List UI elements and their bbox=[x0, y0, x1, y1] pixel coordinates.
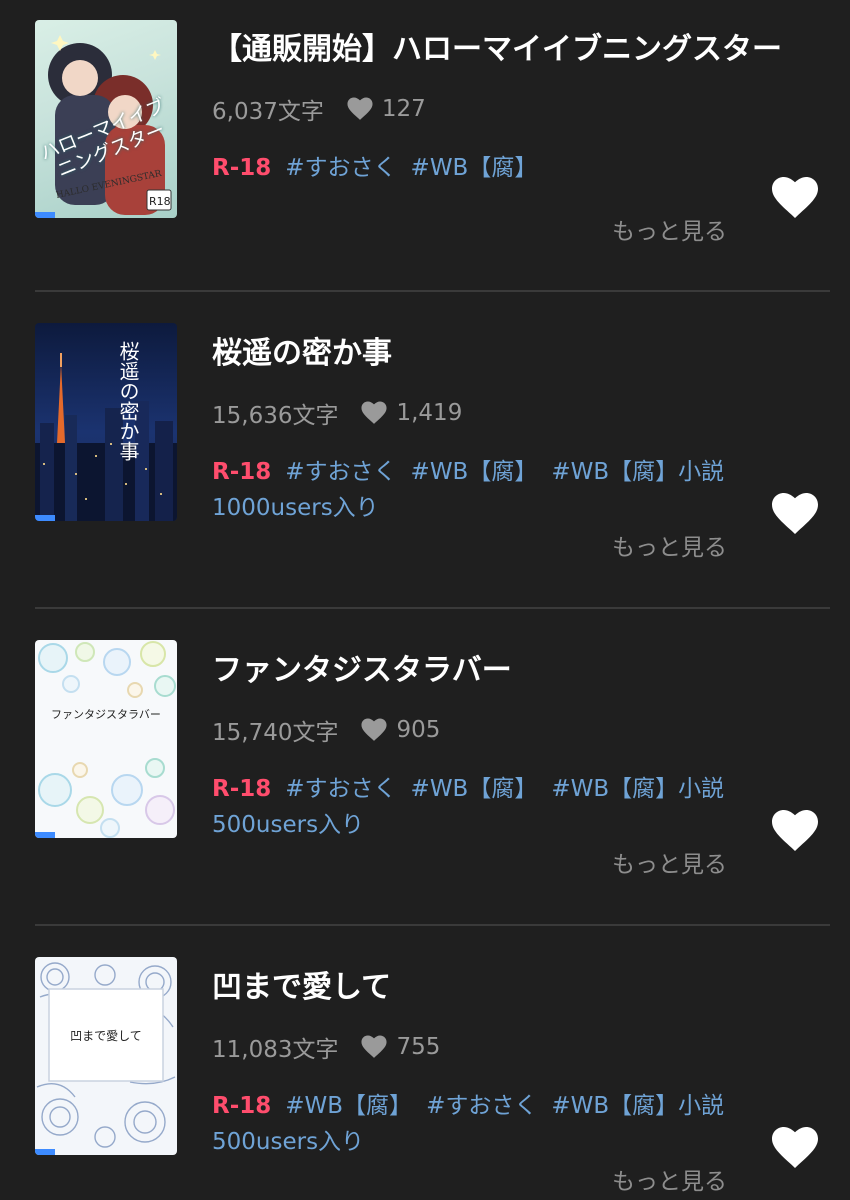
novel-cover[interactable]: 桜遥の密か事 bbox=[35, 323, 177, 521]
divider bbox=[35, 290, 830, 292]
heart-filled-icon[interactable] bbox=[771, 809, 819, 853]
rating-badge: R-18 bbox=[212, 459, 272, 485]
read-progress-bar bbox=[35, 212, 55, 218]
tag-link[interactable]: #すおさく bbox=[285, 459, 396, 485]
novel-title[interactable]: 【通販開始】ハローマイイブニングスター bbox=[212, 24, 782, 68]
novel-title[interactable]: ファンタジスタラバー bbox=[212, 645, 512, 689]
show-more-link[interactable]: もっと見る bbox=[612, 212, 727, 246]
divider bbox=[35, 924, 830, 926]
cover-title-text: 桜遥の密か事 bbox=[116, 341, 140, 461]
like-count: 905 bbox=[396, 717, 441, 743]
rating-badge: R-18 bbox=[212, 155, 272, 181]
cover-title-text: 凹まで愛して bbox=[70, 1029, 142, 1043]
novel-stats: 11,083文字 755 bbox=[212, 1030, 440, 1064]
tag-link[interactable]: #WB【腐】 bbox=[411, 459, 538, 485]
novel-title[interactable]: 桜遥の密か事 bbox=[212, 328, 392, 372]
cover-badge: R18 bbox=[149, 195, 171, 208]
heart-filled-icon[interactable] bbox=[771, 492, 819, 536]
tag-link[interactable]: #すおさく bbox=[426, 1093, 537, 1119]
tag-list: R-18 #すおさく #WB【腐】 #WB【腐】小説1000users入り bbox=[212, 454, 752, 526]
char-count: 15,636文字 bbox=[212, 403, 339, 429]
read-progress-bar bbox=[35, 515, 55, 521]
tag-link[interactable]: #WB【腐】 bbox=[285, 1093, 412, 1119]
tag-list: R-18 #すおさく #WB【腐】 bbox=[212, 150, 752, 186]
char-count: 15,740文字 bbox=[212, 720, 339, 746]
like-count: 1,419 bbox=[396, 400, 463, 426]
novel-stats: 6,037文字 127 bbox=[212, 92, 426, 126]
novel-title[interactable]: 凹まで愛して bbox=[212, 962, 391, 1006]
show-more-link[interactable]: もっと見る bbox=[612, 528, 727, 562]
char-count: 6,037文字 bbox=[212, 99, 324, 125]
novel-stats: 15,740文字 905 bbox=[212, 713, 440, 747]
heart-icon bbox=[361, 718, 388, 741]
divider bbox=[35, 607, 830, 609]
read-progress-bar bbox=[35, 1149, 55, 1155]
tag-link[interactable]: #すおさく bbox=[285, 155, 396, 181]
novel-stats: 15,636文字 1,419 bbox=[212, 396, 462, 430]
tag-list: R-18 #WB【腐】 #すおさく #WB【腐】小説500users入り bbox=[212, 1088, 752, 1160]
tag-list: R-18 #すおさく #WB【腐】 #WB【腐】小説500users入り bbox=[212, 771, 752, 843]
novel-cover[interactable]: 凹まで愛して bbox=[35, 957, 177, 1155]
read-progress-bar bbox=[35, 832, 55, 838]
heart-icon bbox=[347, 97, 373, 120]
heart-icon bbox=[361, 401, 388, 424]
rating-badge: R-18 bbox=[212, 776, 272, 802]
cover-title-text: ファンタジスタラバー bbox=[51, 708, 161, 721]
tag-link[interactable]: #WB【腐】 bbox=[411, 155, 538, 181]
rating-badge: R-18 bbox=[212, 1093, 272, 1119]
heart-icon bbox=[361, 1035, 388, 1058]
like-count: 755 bbox=[396, 1034, 441, 1060]
novel-cover[interactable]: ハローマイイブニングスター HALLO EVENINGSTAR R18 bbox=[35, 20, 177, 218]
tag-link[interactable]: #WB【腐】 bbox=[411, 776, 538, 802]
char-count: 11,083文字 bbox=[212, 1037, 339, 1063]
heart-filled-icon[interactable] bbox=[771, 1126, 819, 1170]
novel-cover[interactable]: ファンタジスタラバー bbox=[35, 640, 177, 838]
cover-illustration bbox=[35, 353, 177, 521]
show-more-link[interactable]: もっと見る bbox=[612, 845, 727, 879]
show-more-link[interactable]: もっと見る bbox=[612, 1162, 727, 1196]
like-count: 127 bbox=[381, 96, 426, 122]
cover-illustration bbox=[38, 641, 176, 838]
tag-link[interactable]: #すおさく bbox=[285, 776, 396, 802]
cover-illustration bbox=[36, 962, 176, 1148]
heart-filled-icon[interactable] bbox=[771, 176, 819, 220]
